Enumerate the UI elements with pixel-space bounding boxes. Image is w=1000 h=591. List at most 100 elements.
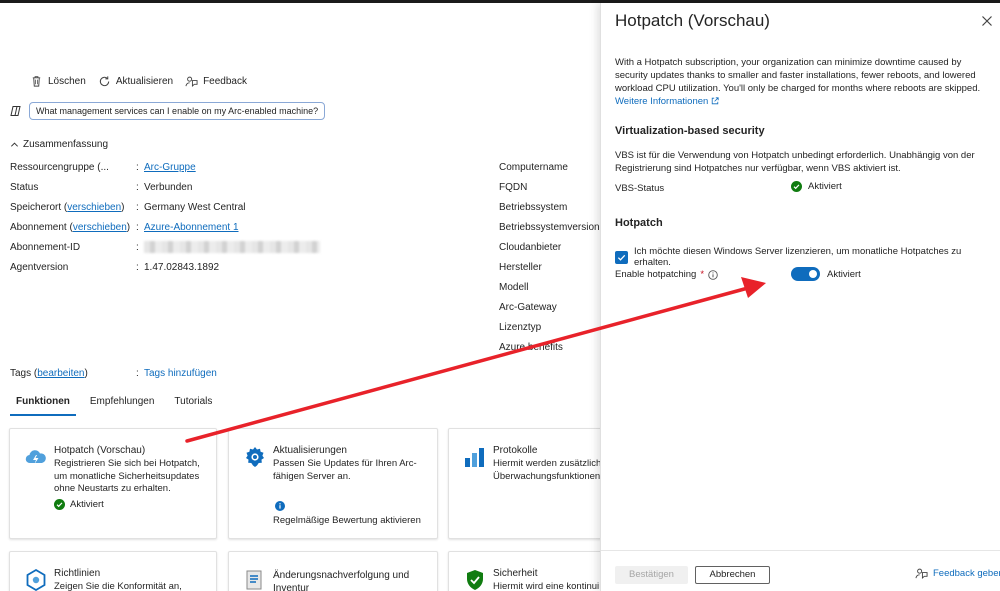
add-tags-link[interactable]: Tags hinzufügen [144, 368, 217, 379]
status-value: Verbunden [144, 182, 193, 193]
hotpatch-card-desc: Registrieren Sie sich bei Hotpatch, um m… [54, 458, 200, 494]
gear-icon [246, 447, 264, 467]
tab-list: Funktionen Empfehlungen Tutorials [10, 393, 226, 416]
policies-card-desc: Zeigen Sie die Konformität an, [54, 581, 182, 591]
info-icon [275, 501, 285, 511]
updates-card[interactable]: Aktualisierungen Passen Sie Updates für … [228, 428, 438, 539]
tags-row: Tags (bearbeiten) : Tags hinzufügen [10, 368, 217, 379]
policies-card-title: Richtlinien [54, 568, 101, 579]
essentials-row: Ressourcengruppe (... : Arc-Gruppe [10, 161, 196, 175]
cancel-button[interactable]: Abbrechen [695, 566, 770, 584]
tab-functions[interactable]: Funktionen [10, 393, 76, 416]
tab-recommendations[interactable]: Empfehlungen [84, 393, 161, 416]
location-move-link[interactable]: verschieben [67, 202, 121, 213]
hotpatch-toggle-group: Aktiviert [791, 267, 861, 281]
confirm-button[interactable]: Bestätigen [615, 566, 688, 584]
essentials-left: Ressourcengruppe (... : Arc-Gruppe Statu… [10, 161, 350, 281]
delete-label: Löschen [48, 76, 86, 87]
location-label: Speicherort (verschieben) [10, 202, 125, 213]
chevron-up-icon [10, 142, 19, 147]
shield-icon [467, 570, 483, 590]
give-feedback-link[interactable]: Feedback geben [915, 567, 1000, 580]
vbs-description: VBS ist für die Verwendung von Hotpatch … [615, 150, 975, 174]
subscription-id-label: Abonnement-ID [10, 242, 81, 253]
model-label: Modell [499, 282, 529, 293]
updates-card-info: Regelmäßige Bewertung aktivieren [273, 515, 421, 526]
enable-hotpatching-label: Enable hotpatching * [615, 269, 718, 280]
fqdn-label: FQDN [499, 182, 528, 193]
vbs-status-value: Aktiviert [791, 181, 842, 192]
check-circle-icon [54, 499, 65, 510]
cloud-bolt-icon [25, 450, 46, 464]
summary-header-label: Zusammenfassung [23, 139, 109, 150]
change-tracking-card-title: Änderungsnachverfolgung und Inventur [273, 570, 410, 591]
essentials-row: Abonnement-ID : [10, 241, 350, 261]
status-label: Status [10, 182, 39, 193]
feedback-icon [915, 568, 928, 579]
overview-page: Löschen Aktualisieren Feedback What mana… [0, 3, 600, 591]
resource-group-label: Ressourcengruppe (... [10, 162, 109, 173]
pane-title: Hotpatch (Vorschau) [615, 11, 770, 30]
essentials-row: Agentversion : 1.47.02843.1892 [10, 262, 220, 273]
vbs-status-label: VBS-Status [615, 183, 665, 194]
azure-benefits-label: Azure benefits [499, 342, 563, 353]
pane-intro: With a Hotpatch subscription, your organ… [615, 56, 991, 108]
trash-icon [32, 76, 41, 87]
security-card[interactable]: Sicherheit Hiermit wird eine kontinui [448, 551, 600, 591]
license-checkbox[interactable] [615, 250, 628, 264]
hotpatch-card-status: Aktiviert [54, 499, 104, 510]
refresh-label: Aktualisieren [115, 76, 174, 87]
learn-more-link[interactable]: Weitere Informationen [615, 96, 719, 107]
feedback-button[interactable]: Feedback [185, 75, 247, 88]
refresh-button[interactable]: Aktualisieren [98, 75, 173, 88]
delete-button[interactable]: Löschen [30, 75, 86, 88]
logs-card-desc: Hiermit werden zusätzliche Überwachungsf… [493, 458, 600, 482]
subscription-id-redacted [144, 241, 320, 255]
enable-hotpatching-toggle[interactable] [791, 267, 820, 281]
pane-intro-text: With a Hotpatch subscription, your organ… [615, 57, 981, 94]
security-card-desc: Hiermit wird eine kontinui [493, 581, 600, 591]
feedback-label: Feedback [203, 76, 247, 87]
vbs-status-text: Aktiviert [808, 181, 842, 192]
agent-version-label: Agentversion [10, 262, 69, 273]
hotpatch-card-status-text: Aktiviert [70, 499, 104, 510]
copilot-suggestion: What management services can I enable on… [10, 102, 326, 120]
cloud-provider-label: Cloudanbieter [499, 242, 562, 253]
computer-name-label: Computername [499, 162, 568, 173]
summary-toggle[interactable]: Zusammenfassung [10, 139, 108, 150]
subscription-link[interactable]: Azure-Abonnement 1 [144, 221, 239, 235]
close-icon[interactable] [981, 15, 993, 27]
policies-card[interactable]: Richtlinien Zeigen Sie die Konformität a… [9, 551, 217, 591]
arc-gateway-label: Arc-Gateway [499, 302, 557, 313]
toggle-state-label: Aktiviert [827, 268, 861, 280]
subscription-label: Abonnement (verschieben) [10, 222, 131, 233]
pane-footer: Bestätigen Abbrechen Feedback geben [601, 550, 1000, 591]
location-value: Germany West Central [144, 202, 246, 213]
license-checkbox-label: Ich möchte diesen Windows Server lizenzi… [633, 246, 962, 268]
logs-card[interactable]: Protokolle Hiermit werden zusätzliche Üb… [448, 428, 600, 539]
essentials-row: Abonnement (verschieben) : Azure-Abonnem… [10, 221, 239, 235]
tab-tutorials[interactable]: Tutorials [168, 393, 218, 416]
subscription-move-link[interactable]: verschieben [73, 222, 127, 233]
required-marker: * [700, 269, 705, 280]
os-label: Betriebssystem [499, 202, 568, 213]
logs-card-title: Protokolle [493, 445, 538, 456]
resource-group-link[interactable]: Arc-Gruppe [144, 161, 196, 175]
checkmark-icon [617, 254, 626, 261]
copilot-prompt-button[interactable]: What management services can I enable on… [29, 102, 326, 120]
copilot-icon [10, 106, 21, 116]
agent-version-value: 1.47.02843.1892 [144, 262, 220, 273]
change-tracking-card[interactable]: Änderungsnachverfolgung und Inventur [228, 551, 438, 591]
tags-edit-link[interactable]: bearbeiten [37, 368, 84, 379]
essentials-row: Speicherort (verschieben) : Germany West… [10, 202, 246, 213]
hotpatch-context-pane: Hotpatch (Vorschau) With a Hotpatch subs… [600, 3, 1000, 591]
document-icon [246, 570, 262, 590]
info-icon[interactable] [708, 269, 718, 280]
updates-card-title: Aktualisierungen [273, 445, 347, 456]
hotpatch-card[interactable]: Hotpatch (Vorschau) Registrieren Sie sic… [9, 428, 217, 539]
tags-label: Tags (bearbeiten) [10, 368, 88, 379]
refresh-icon [99, 76, 110, 87]
manufacturer-label: Hersteller [499, 262, 542, 273]
external-link-icon [711, 97, 719, 105]
bar-chart-icon [465, 448, 484, 467]
